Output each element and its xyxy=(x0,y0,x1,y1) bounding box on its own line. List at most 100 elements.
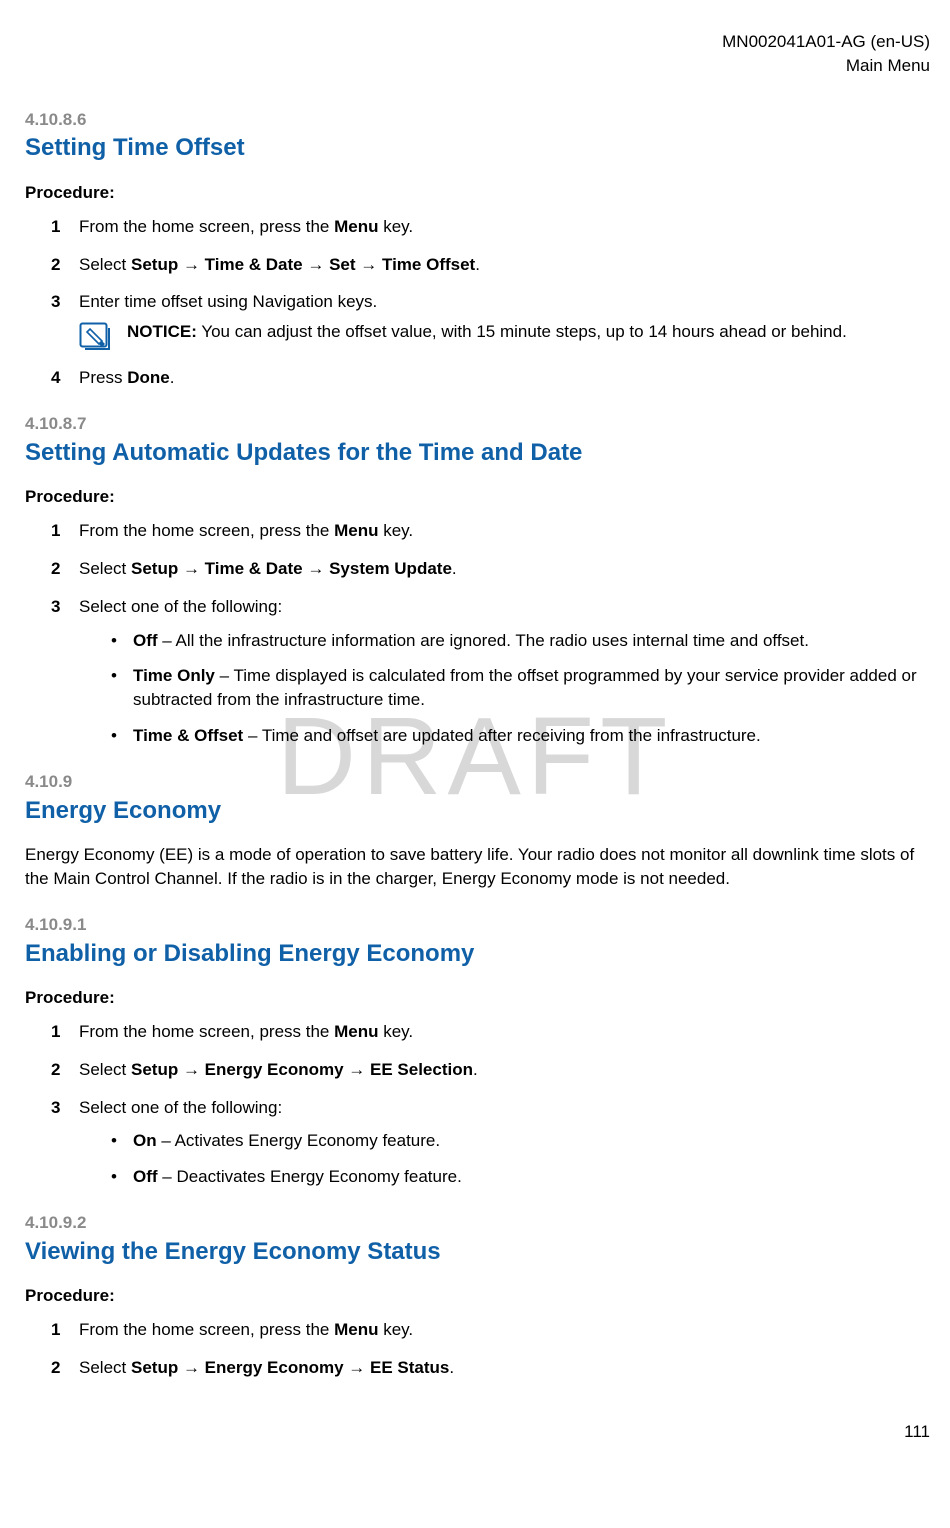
step-keyword: System Update xyxy=(329,559,452,578)
option-description: – All the infrastructure information are… xyxy=(158,631,809,650)
step-text-fragment: key. xyxy=(379,521,414,540)
step-keyword: Time & Date xyxy=(205,255,303,274)
step-number: 1 xyxy=(51,519,60,543)
page-number: 111 xyxy=(25,1420,930,1444)
step-text-fragment: → xyxy=(178,1060,204,1079)
procedure-step: 2Select Setup → Energy Economy → EE Sele… xyxy=(51,1058,930,1082)
step-keyword: Setup xyxy=(131,255,178,274)
step-text-fragment: → xyxy=(303,255,329,274)
step-text-fragment: Select one of the following: xyxy=(79,597,282,616)
step-text-fragment: Select xyxy=(79,255,131,274)
option-name: Time Only xyxy=(133,666,215,685)
step-text-fragment: From the home screen, press the xyxy=(79,1320,334,1339)
procedure-step: 3 Select one of the following: Off – All t… xyxy=(51,595,930,748)
procedure-step: 2Select Setup → Time & Date → System Upd… xyxy=(51,557,930,581)
notice-message: You can adjust the offset value, with 15… xyxy=(201,322,847,341)
page-content: 4.10.8.6Setting Time Offset Procedure: 1 Fr… xyxy=(25,108,930,1380)
procedure-step: 1 From the home screen, press the Menu ke… xyxy=(51,519,930,543)
step-text: From the home screen, press the Menu key… xyxy=(79,1320,413,1339)
step-number: 3 xyxy=(51,595,60,619)
section-title: Enabling or Disabling Energy Economy xyxy=(25,937,930,971)
step-text-fragment: → xyxy=(178,1358,204,1377)
option-name: Off xyxy=(133,1167,158,1186)
step-text-fragment: . xyxy=(449,1358,454,1377)
step-text: Select Setup → Time & Date → Set → Time … xyxy=(79,255,480,274)
procedure-label: Procedure: xyxy=(25,986,930,1010)
step-keyword: Energy Economy xyxy=(205,1060,344,1079)
step-text-fragment: From the home screen, press the xyxy=(79,1022,334,1041)
section-number: 4.10.8.7 xyxy=(25,412,930,436)
step-keyword: Set xyxy=(329,255,355,274)
step-keyword: Energy Economy xyxy=(205,1358,344,1377)
procedure-step: 3 Select one of the following: On – Activa… xyxy=(51,1096,930,1189)
section-number: 4.10.9 xyxy=(25,770,930,794)
step-keyword: EE Selection xyxy=(370,1060,473,1079)
option-item: Time Only – Time displayed is calculated… xyxy=(105,664,930,712)
step-number: 1 xyxy=(51,1020,60,1044)
section-number: 4.10.8.6 xyxy=(25,108,930,132)
procedure-steps: 1 From the home screen, press the Menu ke… xyxy=(25,519,930,748)
option-name: Time & Offset xyxy=(133,726,243,745)
option-name: On xyxy=(133,1131,157,1150)
option-item: Time & Offset – Time and offset are upda… xyxy=(105,724,930,748)
step-text: From the home screen, press the Menu key… xyxy=(79,521,413,540)
step-text-fragment: → xyxy=(178,255,204,274)
step-number: 3 xyxy=(51,290,60,314)
step-text-fragment: . xyxy=(473,1060,478,1079)
procedure-step: 4Press Done. xyxy=(51,366,930,390)
notice-label: NOTICE: xyxy=(127,322,197,341)
step-number: 1 xyxy=(51,1318,60,1342)
step-text: From the home screen, press the Menu key… xyxy=(79,1022,413,1041)
notice-icon xyxy=(79,322,113,352)
option-name: Off xyxy=(133,631,158,650)
step-keyword: Menu xyxy=(334,1022,378,1041)
step-text: Select one of the following: xyxy=(79,1098,282,1117)
step-text: From the home screen, press the Menu key… xyxy=(79,217,413,236)
section-number: 4.10.9.2 xyxy=(25,1211,930,1235)
procedure-steps: 1 From the home screen, press the Menu ke… xyxy=(25,1318,930,1380)
step-text-fragment: From the home screen, press the xyxy=(79,217,334,236)
option-description: – Time and offset are updated after rece… xyxy=(243,726,761,745)
step-keyword: Menu xyxy=(334,1320,378,1339)
step-text: Select Setup → Energy Economy → EE Selec… xyxy=(79,1060,478,1079)
step-keyword: EE Status xyxy=(370,1358,449,1377)
step-text-fragment: → xyxy=(356,255,382,274)
breadcrumb: Main Menu xyxy=(25,54,930,78)
procedure-step: 1 From the home screen, press the Menu ke… xyxy=(51,1318,930,1342)
section-title: Setting Time Offset xyxy=(25,131,930,165)
procedure-label: Procedure: xyxy=(25,1284,930,1308)
step-text-fragment: key. xyxy=(379,217,414,236)
step-keyword: Setup xyxy=(131,1358,178,1377)
step-number: 1 xyxy=(51,215,60,239)
option-description: – Time displayed is calculated from the … xyxy=(133,666,917,709)
step-text-fragment: key. xyxy=(379,1320,414,1339)
step-options: On – Activates Energy Economy feature. Of… xyxy=(79,1129,930,1189)
step-keyword: Done xyxy=(127,368,170,387)
step-text: Select Setup → Time & Date → System Upda… xyxy=(79,559,457,578)
step-keyword: Setup xyxy=(131,1060,178,1079)
section-title: Energy Economy xyxy=(25,794,930,828)
step-text: Enter time offset using Navigation keys. xyxy=(79,292,377,311)
option-description: – Deactivates Energy Economy feature. xyxy=(158,1167,462,1186)
document-id: MN002041A01-AG (en-US) xyxy=(25,30,930,54)
step-text: Select one of the following: xyxy=(79,597,282,616)
step-text-fragment: . xyxy=(170,368,175,387)
step-number: 3 xyxy=(51,1096,60,1120)
step-text-fragment: → xyxy=(178,559,204,578)
step-keyword: Menu xyxy=(334,521,378,540)
step-text-fragment: key. xyxy=(379,1022,414,1041)
step-text-fragment: . xyxy=(452,559,457,578)
step-text-fragment: . xyxy=(475,255,480,274)
procedure-step: 3 Enter time offset using Navigation keys… xyxy=(51,290,930,352)
step-text-fragment: → xyxy=(344,1358,370,1377)
step-text-fragment: Enter time offset using Navigation keys. xyxy=(79,292,377,311)
step-keyword: Menu xyxy=(334,217,378,236)
option-description: – Activates Energy Economy feature. xyxy=(157,1131,440,1150)
step-text: Select Setup → Energy Economy → EE Statu… xyxy=(79,1358,454,1377)
section-number: 4.10.9.1 xyxy=(25,913,930,937)
step-number: 2 xyxy=(51,1356,60,1380)
procedure-step: 1 From the home screen, press the Menu ke… xyxy=(51,215,930,239)
option-item: Off – All the infrastructure information… xyxy=(105,629,930,653)
step-text-fragment: Select xyxy=(79,1358,131,1377)
notice-text: NOTICE: You can adjust the offset value,… xyxy=(127,320,847,344)
